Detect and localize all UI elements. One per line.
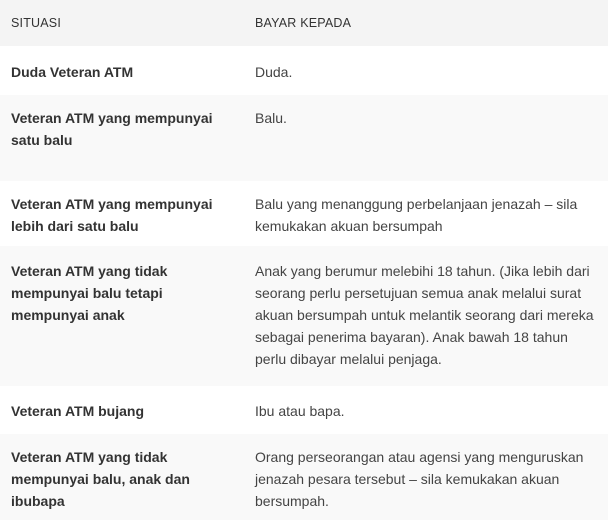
table-header: SITUASI BAYAR KEPADA xyxy=(0,0,608,46)
table-row: Veteran ATM yang tidak mempunyai balu te… xyxy=(0,246,608,386)
situasi-cell: Veteran ATM yang mempunyai lebih dari sa… xyxy=(11,196,213,234)
bayar-kepada-cell: Balu. xyxy=(244,95,608,181)
table-body: Duda Veteran ATM Duda. Veteran ATM yang … xyxy=(0,46,608,520)
bayar-kepada-cell: Ibu atau bapa. xyxy=(255,403,345,419)
situasi-cell: Veteran ATM bujang xyxy=(11,403,145,419)
situasi-cell: Veteran ATM yang mempunyai satu balu xyxy=(0,95,244,181)
situasi-cell: Duda Veteran ATM xyxy=(11,64,134,80)
payment-table: SITUASI BAYAR KEPADA Duda Veteran ATM Du… xyxy=(0,0,608,520)
situasi-cell: Veteran ATM yang tidak mempunyai balu, a… xyxy=(0,434,244,520)
bayar-kepada-cell: Anak yang berumur melebihi 18 tahun. (Ji… xyxy=(244,246,608,386)
bayar-kepada-cell: Orang perseorangan atau agensi yang meng… xyxy=(244,434,608,520)
header-situasi: SITUASI xyxy=(0,0,244,46)
header-bayar-kepada: BAYAR KEPADA xyxy=(244,0,608,46)
bayar-kepada-cell: Duda. xyxy=(255,64,293,80)
table-row: Veteran ATM yang mempunyai satu balu Bal… xyxy=(0,95,608,181)
table-row: Veteran ATM yang tidak mempunyai balu, a… xyxy=(0,434,608,520)
situasi-cell: Veteran ATM yang tidak mempunyai balu te… xyxy=(0,246,244,386)
table-row: Veteran ATM yang mempunyai lebih dari sa… xyxy=(0,181,608,246)
table-row: Veteran ATM bujang Ibu atau bapa. xyxy=(0,386,608,434)
bayar-kepada-cell: Balu yang menanggung perbelanjaan jenaza… xyxy=(255,196,578,234)
table-row: Duda Veteran ATM Duda. xyxy=(0,46,608,95)
header-row: SITUASI BAYAR KEPADA xyxy=(0,0,608,46)
